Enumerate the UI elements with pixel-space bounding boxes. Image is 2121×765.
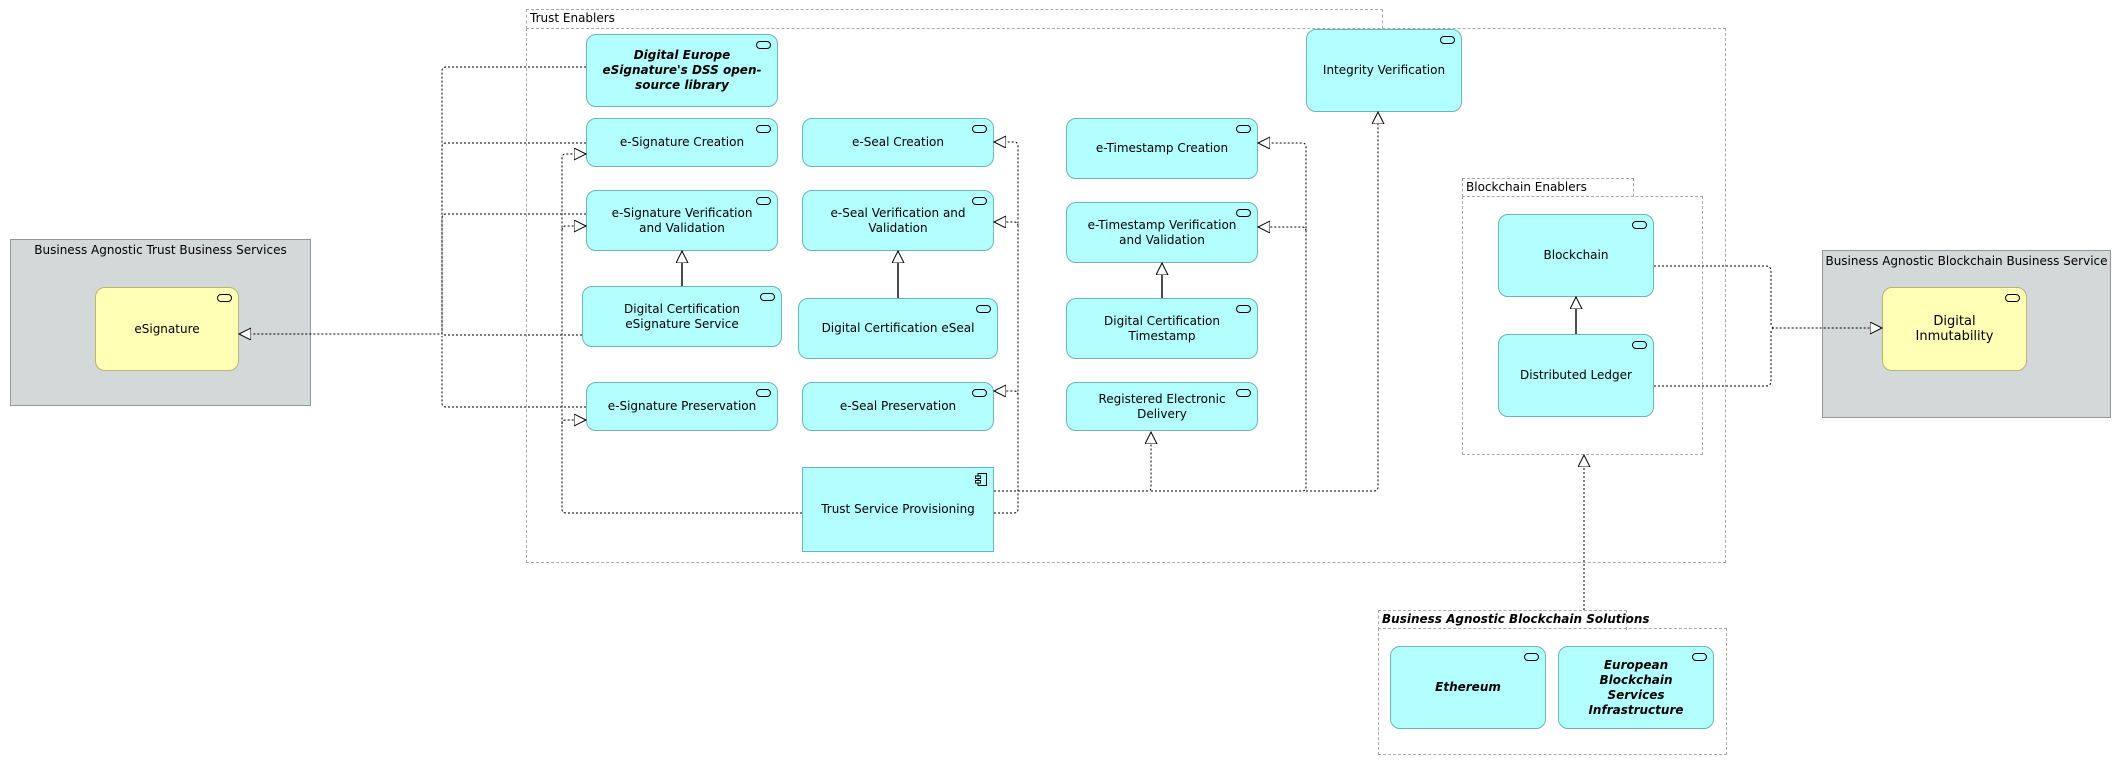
connector-provisioning-to-eseal-verification bbox=[994, 222, 1019, 226]
connector-provisioning-to-timestamp-verification bbox=[1258, 227, 1307, 231]
relationship-connectors bbox=[0, 66, 2121, 610]
connector-ledger-to-inmutability bbox=[1654, 327, 1776, 387]
connector-creation-to-esignature bbox=[441, 142, 586, 334]
connector-provisioning-to-esig-verification bbox=[561, 226, 586, 230]
connector-blockchain-to-inmutability bbox=[1654, 265, 1882, 328]
connector-provisioning-to-eseal-preservation bbox=[994, 391, 1019, 395]
connector-provisioning-to-esig-preservation bbox=[561, 420, 586, 424]
connector-dss-to-esignature bbox=[239, 66, 586, 334]
connector-provisioning-to-eseal bbox=[994, 142, 1019, 514]
connector-preservation-to-esignature bbox=[441, 336, 586, 408]
connector-provisioning-to-esig-creation bbox=[561, 154, 802, 514]
connector-provisioning-to-timestamp-creation bbox=[1151, 143, 1307, 492]
connector-provisioning-to-integrity bbox=[1306, 112, 1378, 492]
connector-verification-to-esignature bbox=[441, 213, 586, 334]
